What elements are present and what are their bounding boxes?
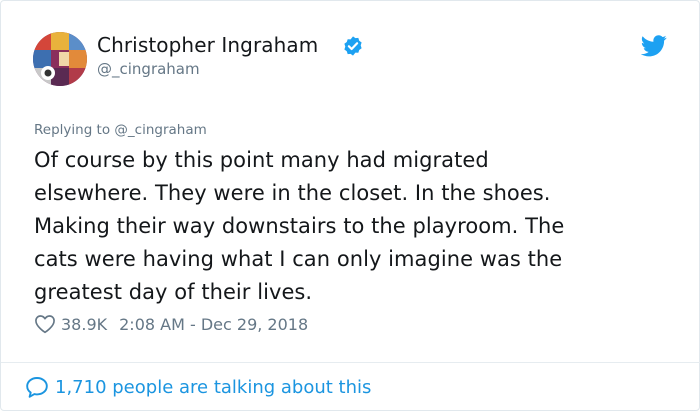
tweet-card: Christopher Ingraham @_cingraham Replyin… <box>0 0 700 411</box>
tweet-text-line: cats were having what I can only imagine… <box>34 247 563 271</box>
reply-context: Replying to @_cingraham <box>34 122 207 138</box>
tweet-timestamp[interactable]: 2:08 AM - Dec 29, 2018 <box>119 315 308 334</box>
tweet-text: Of course by this point many had migrate… <box>34 144 674 309</box>
avatar-image <box>33 32 87 86</box>
verified-badge-icon <box>344 36 362 56</box>
tweet-text-line: greatest day of their lives. <box>34 280 313 304</box>
avatar[interactable] <box>33 32 87 86</box>
tweet-text-line: Of course by this point many had migrate… <box>34 148 489 172</box>
speech-bubble-icon <box>26 377 48 398</box>
author-name[interactable]: Christopher Ingraham <box>97 33 318 57</box>
tweet-text-line: Making their way downstairs to the playr… <box>34 214 565 238</box>
footer-divider <box>1 362 700 363</box>
tweet-text-line: elsewhere. They were in the closet. In t… <box>34 181 551 205</box>
reply-mention-link[interactable]: @_cingraham <box>114 122 206 138</box>
reply-context-prefix: Replying to <box>34 122 111 138</box>
twitter-bird-icon[interactable] <box>641 35 667 57</box>
like-count[interactable]: 38.9K <box>61 315 107 334</box>
heart-outline-icon[interactable] <box>34 314 56 334</box>
conversation-count-text: 1,710 people are talking about this <box>55 376 372 398</box>
author-handle[interactable]: @_cingraham <box>97 60 200 78</box>
tweet-meta: 38.9K 2:08 AM - Dec 29, 2018 <box>34 312 308 336</box>
conversation-link[interactable]: 1,710 people are talking about this <box>25 374 371 400</box>
